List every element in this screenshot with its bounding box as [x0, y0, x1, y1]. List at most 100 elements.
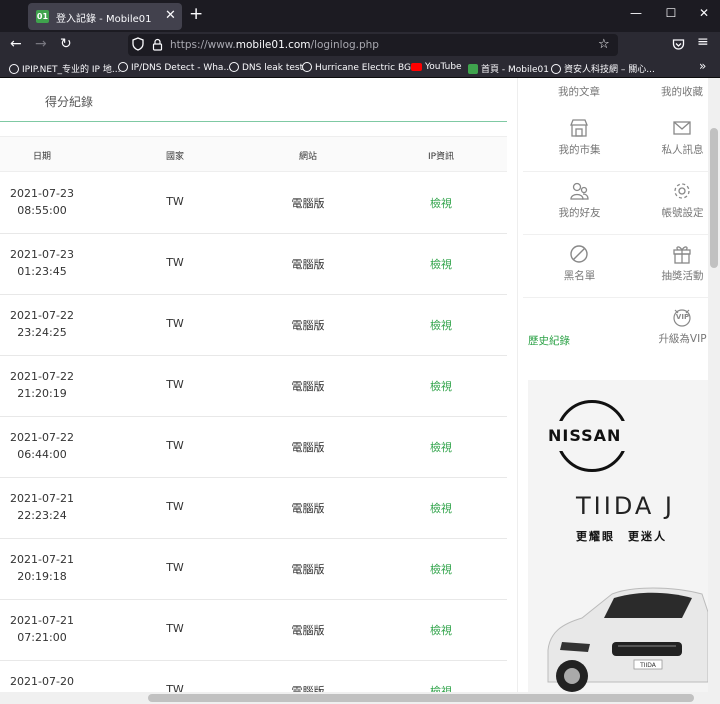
menu-my-articles[interactable]: 我的文章 — [558, 84, 600, 99]
store-icon — [570, 119, 588, 137]
car-image: TIIDA — [547, 587, 708, 692]
view-ip-link[interactable]: 檢視 — [391, 195, 491, 211]
menu-history-record[interactable]: 歷史紀錄 — [528, 333, 628, 348]
cell-date: 2021-07-22 — [10, 431, 74, 444]
cell-date: 2021-07-21 — [10, 614, 74, 627]
bookmark-youtube[interactable]: YouTube — [411, 62, 462, 72]
menu-private-messages[interactable]: 私人訊息 — [626, 110, 708, 172]
nissan-ad-banner[interactable]: NISSAN TIIDA J 更耀眼 更迷人 TIIDA — [528, 380, 708, 692]
cell-country: TW — [166, 439, 184, 452]
view-ip-link[interactable]: 檢視 — [391, 317, 491, 333]
menu-my-favorites[interactable]: 我的收藏 — [661, 84, 703, 99]
cell-time: 23:24:25 — [17, 326, 67, 339]
forward-icon[interactable]: → — [35, 36, 47, 52]
cell-site: 電腦版 — [291, 197, 325, 210]
bookmark-ithome[interactable]: 資安人科技網 – 關心... — [551, 62, 655, 75]
table-row: 2021-07-21 07:21:00 TW 電腦版 檢視 — [0, 600, 507, 661]
bookmark-hurricane[interactable]: Hurricane Electric BG... — [302, 62, 420, 73]
cell-time: 01:23:45 — [17, 265, 67, 278]
new-tab-icon[interactable]: + — [189, 4, 203, 24]
window-close-icon[interactable]: ✕ — [694, 6, 714, 20]
maximize-icon[interactable]: ☐ — [661, 6, 681, 20]
menu-blacklist[interactable]: 黑名單 — [523, 236, 636, 298]
cell-date: 2021-07-22 — [10, 309, 74, 322]
table-row: 2021-07-22 21:20:19 TW 電腦版 檢視 — [0, 356, 507, 417]
tab-bar: 01 登入記錄 - Mobile01 ✕ + — ☐ ✕ — [0, 0, 720, 32]
cell-site: 電腦版 — [291, 685, 325, 692]
bookmark-dnsleak[interactable]: DNS leak test — [229, 62, 303, 73]
tracking-shield-icon[interactable] — [132, 37, 144, 51]
bookmark-mobile01[interactable]: 首頁 - Mobile01 — [468, 62, 549, 75]
column-divider — [517, 78, 518, 692]
vertical-scroll-thumb[interactable] — [710, 128, 718, 268]
cell-date: 2021-07-21 — [10, 553, 74, 566]
gear-icon — [674, 183, 690, 199]
cell-country: TW — [166, 195, 184, 208]
menu-my-market[interactable]: 我的市集 — [523, 110, 636, 172]
cell-site: 電腦版 — [291, 502, 325, 515]
back-icon[interactable]: ← — [10, 36, 22, 52]
cell-date: 2021-07-23 — [10, 248, 74, 261]
view-ip-link[interactable]: 檢視 — [391, 439, 491, 455]
tab-title: 登入記錄 - Mobile01 — [56, 14, 152, 25]
cell-time: 06:44:00 — [17, 448, 67, 461]
pocket-icon[interactable] — [672, 38, 685, 51]
table-row: 2021-07-23 01:23:45 TW 電腦版 檢視 — [0, 234, 507, 295]
lock-icon[interactable] — [152, 38, 163, 51]
url-text[interactable]: https://www.mobile01.com/loginlog.php — [170, 39, 379, 51]
bookmark-ipdns[interactable]: IP/DNS Detect - Wha... — [118, 62, 232, 73]
bookmarks-overflow-icon[interactable]: » — [699, 59, 706, 73]
bookmark-ipip[interactable]: IPIP.NET_专业的 IP 地... — [9, 62, 120, 75]
cell-country: TW — [166, 256, 184, 269]
view-ip-link[interactable]: 檢視 — [391, 500, 491, 516]
view-ip-link[interactable]: 檢視 — [391, 256, 491, 272]
menu-lottery[interactable]: 抽獎活動 — [626, 236, 708, 298]
cell-site: 電腦版 — [291, 441, 325, 454]
table-row: 2021-07-23 08:55:00 TW 電腦版 檢視 — [0, 173, 507, 234]
header-country: 國家 — [165, 152, 184, 162]
view-ip-link[interactable]: 檢視 — [391, 561, 491, 577]
globe-icon — [118, 62, 128, 72]
cell-time: 08:55:00 — [17, 204, 67, 217]
view-ip-link[interactable]: 檢視 — [391, 683, 491, 692]
browser-tab[interactable]: 01 登入記錄 - Mobile01 ✕ — [28, 3, 182, 30]
page-content: 得分紀錄 日期 國家 網站 IP資訊 2021-07-23 08:55:00 TW 電… — [0, 78, 708, 692]
horizontal-scroll-thumb[interactable] — [148, 694, 694, 702]
vertical-scrollbar[interactable] — [708, 78, 720, 692]
minimize-icon[interactable]: — — [626, 6, 646, 20]
globe-icon — [9, 64, 19, 74]
cell-datetime: 2021-07-21 07:21:00 — [0, 612, 84, 646]
horizontal-scrollbar[interactable] — [0, 692, 720, 704]
menu-icon[interactable]: ≡ — [697, 34, 709, 50]
cell-site: 電腦版 — [291, 258, 325, 271]
table-row: 2021-07-20 TW 電腦版 檢視 — [0, 661, 507, 692]
cell-datetime: 2021-07-21 22:23:24 — [0, 490, 84, 524]
tab-score-record[interactable]: 得分紀錄 — [45, 93, 93, 110]
url-bar[interactable]: https://www.mobile01.com/loginlog.php ☆ — [128, 34, 618, 56]
tab-close-icon[interactable]: ✕ — [165, 8, 176, 23]
bookmark-star-icon[interactable]: ☆ — [598, 37, 610, 52]
cell-date: 2021-07-21 — [10, 492, 74, 505]
cell-time: 20:19:18 — [17, 570, 67, 583]
menu-label: 我的好友 — [558, 207, 601, 219]
menu-my-friends[interactable]: 我的好友 — [523, 173, 636, 235]
ad-model: TIIDA J — [576, 492, 675, 520]
cell-site: 電腦版 — [291, 624, 325, 637]
table-row: 2021-07-21 20:19:18 TW 電腦版 檢視 — [0, 539, 507, 600]
view-ip-link[interactable]: 檢視 — [391, 378, 491, 394]
youtube-icon — [411, 63, 422, 71]
table-header: 日期 國家 網站 IP資訊 — [0, 136, 507, 172]
menu-upgrade-vip[interactable]: VIP 升級為VIP — [626, 299, 708, 361]
view-ip-link[interactable]: 檢視 — [391, 622, 491, 638]
cell-country: TW — [166, 317, 184, 330]
menu-account-settings[interactable]: 帳號設定 — [626, 173, 708, 235]
header-date: 日期 — [32, 152, 51, 162]
menu-label: 黑名單 — [563, 270, 596, 282]
cell-country: TW — [166, 378, 184, 391]
bookmarks-bar: IPIP.NET_专业的 IP 地... IP/DNS Detect - Wha… — [0, 58, 720, 78]
cell-time: 22:23:24 — [17, 509, 67, 522]
reload-icon[interactable]: ↻ — [60, 36, 72, 52]
menu-label: 帳號設定 — [661, 207, 704, 219]
mobile01-favicon-icon: 01 — [36, 10, 49, 23]
browser-window: 01 登入記錄 - Mobile01 ✕ + — ☐ ✕ ← → ↻ https… — [0, 0, 720, 704]
